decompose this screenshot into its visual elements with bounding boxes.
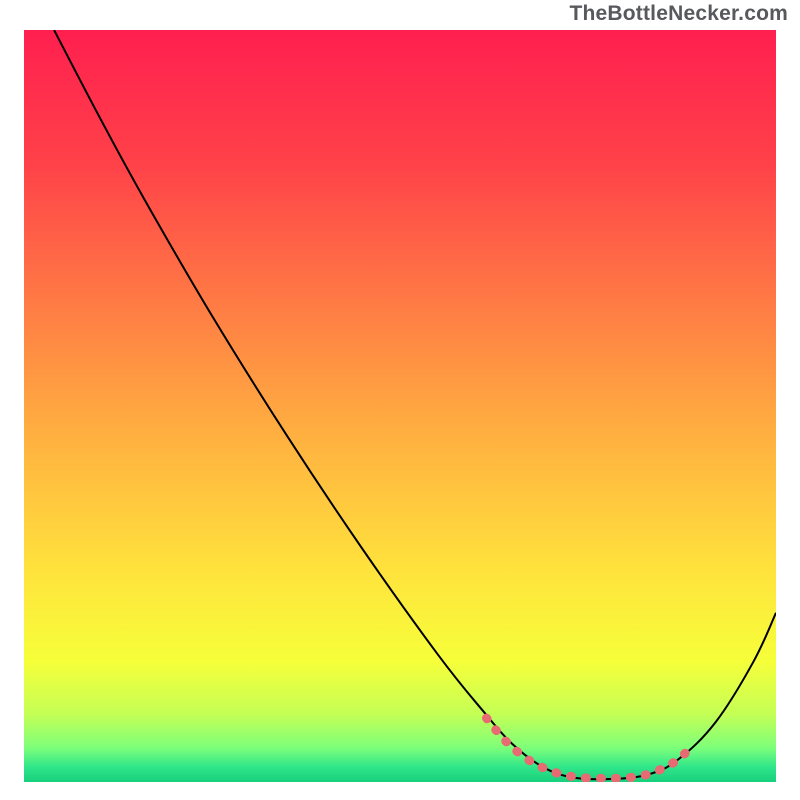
chart-svg: [24, 30, 776, 782]
gradient-background: [24, 30, 776, 782]
chart-stage: TheBottleNecker.com: [0, 0, 800, 800]
watermark-text: TheBottleNecker.com: [569, 2, 788, 26]
plot-area: [24, 30, 776, 782]
